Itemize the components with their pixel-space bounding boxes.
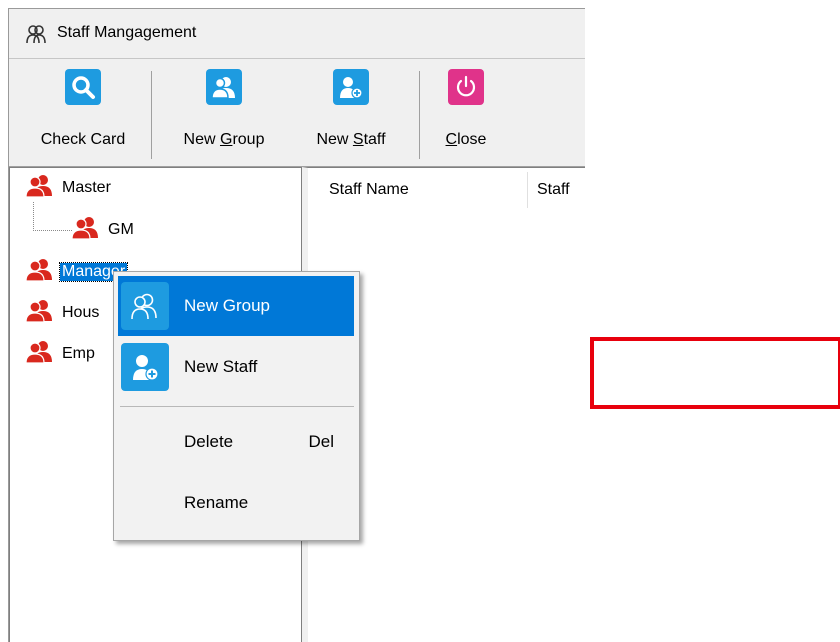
- new-group-button[interactable]: New Group: [169, 69, 279, 159]
- tree-item-label: Master: [62, 179, 111, 196]
- new-staff-label-suffix: taff: [363, 131, 386, 148]
- new-staff-label-prefix: New: [316, 131, 353, 148]
- group-icon: [71, 216, 100, 245]
- new-staff-button[interactable]: New Staff: [305, 69, 397, 159]
- column-separator[interactable]: [527, 172, 528, 208]
- group-icon: [25, 258, 54, 287]
- column-header-staff-name[interactable]: Staff Name: [329, 168, 409, 212]
- tree-item-hous[interactable]: Hous: [25, 299, 101, 328]
- new-staff-icon: [121, 343, 169, 391]
- search-icon: [65, 69, 101, 105]
- menu-item-label: Delete: [184, 432, 234, 451]
- tree-item-emp[interactable]: Emp: [25, 340, 97, 369]
- tree-item-label: GM: [108, 221, 134, 238]
- menu-item-rename[interactable]: Rename: [118, 473, 354, 533]
- new-group-icon: [121, 282, 169, 330]
- close-label-suffix: lose: [457, 131, 487, 148]
- toolbar-separator: [419, 71, 420, 159]
- new-staff-accelerator: S: [352, 131, 364, 148]
- tree-item-manager[interactable]: Manager: [25, 258, 129, 287]
- close-label: Close: [433, 131, 499, 149]
- close-button[interactable]: Close: [433, 69, 499, 159]
- title-bar: Staff Mangagement: [9, 9, 585, 59]
- toolbar-separator: [151, 71, 152, 159]
- group-icon: [25, 340, 54, 369]
- window-title: Staff Mangagement: [57, 24, 197, 41]
- close-accelerator: C: [445, 131, 458, 148]
- menu-separator: [120, 406, 354, 407]
- menu-item-label: New Group: [184, 296, 270, 315]
- context-menu: New Group New Staff Delete Del Rename: [113, 271, 360, 541]
- menu-item-shortcut: Del: [308, 432, 334, 451]
- group-icon: [25, 299, 54, 328]
- new-group-label-suffix: roup: [232, 131, 265, 148]
- check-card-label: Check Card: [40, 131, 126, 148]
- new-group-label: New Group: [169, 131, 279, 149]
- group-icon: [206, 69, 242, 105]
- add-person-icon: [333, 69, 369, 105]
- menu-item-label: New Staff: [184, 357, 258, 376]
- menu-item-new-staff[interactable]: New Staff: [118, 337, 354, 397]
- group-icon: [25, 174, 54, 203]
- column-header-staff[interactable]: Staff: [537, 168, 570, 212]
- menu-item-label: Rename: [184, 493, 249, 512]
- app-people-icon: [26, 24, 46, 44]
- tree-connector-line: [33, 202, 72, 231]
- tree-item-label: Hous: [62, 304, 100, 321]
- new-staff-label: New Staff: [305, 131, 397, 149]
- menu-item-delete[interactable]: Delete Del: [118, 412, 354, 472]
- tree-item-label: Emp: [62, 345, 95, 362]
- new-group-label-prefix: New: [183, 131, 220, 148]
- tree-item-gm[interactable]: GM: [71, 216, 136, 245]
- new-group-accelerator: G: [219, 131, 233, 148]
- toolbar: Check Card New Group New Staff Close: [9, 59, 585, 167]
- menu-item-new-group[interactable]: New Group: [118, 276, 354, 336]
- power-icon: [448, 69, 484, 105]
- annotation-highlight-box: [590, 337, 840, 409]
- tree-item-master[interactable]: Master: [25, 174, 113, 203]
- check-card-button[interactable]: Check Card: [23, 69, 143, 159]
